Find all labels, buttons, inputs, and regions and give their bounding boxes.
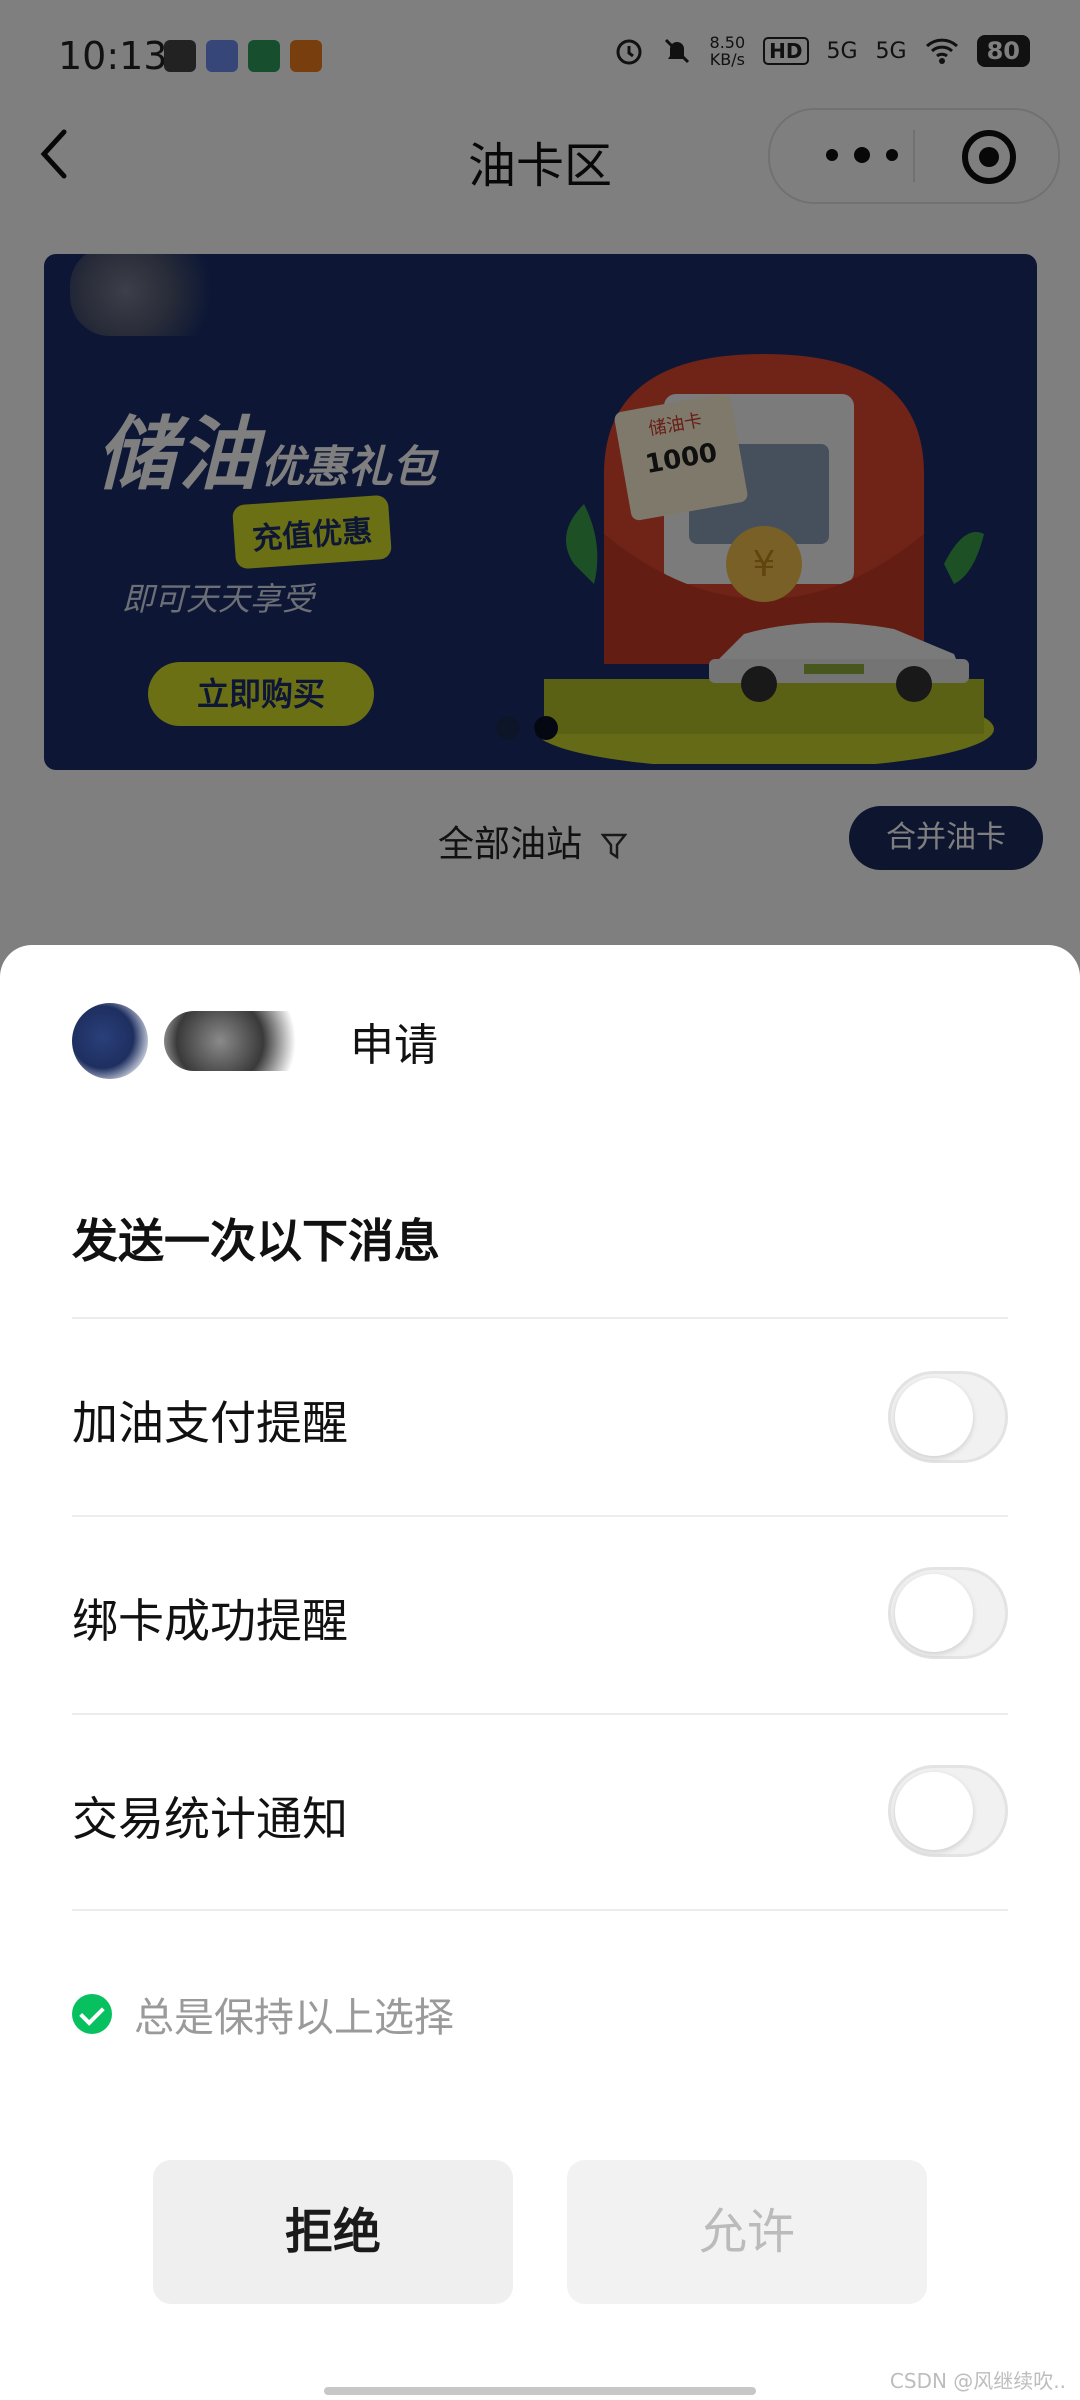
divider [72,1909,1008,1911]
keep-choice-label: 总是保持以上选择 [134,1995,454,2041]
applicant-avatar [72,1003,148,1079]
applicant-row: 申请 [72,1001,438,1081]
option-label-bind-success: 绑卡成功提醒 [72,1594,348,1648]
applicant-name-blurred [164,1011,324,1071]
toggle-knob [895,1574,973,1652]
toggle-pay-reminder[interactable] [888,1371,1008,1463]
sheet-title: 发送一次以下消息 [72,1214,440,1268]
request-label: 申请 [350,1020,438,1071]
subscribe-message-sheet: 申请 发送一次以下消息 加油支付提醒 绑卡成功提醒 交易统计通知 总是保持以上选… [0,945,1080,2400]
toggle-bind-success[interactable] [888,1567,1008,1659]
home-indicator[interactable] [324,2387,756,2395]
divider [72,1515,1008,1517]
toggle-knob [895,1378,973,1456]
divider [72,1713,1008,1715]
option-label-pay-reminder: 加油支付提醒 [72,1396,348,1450]
option-label-transaction-stats: 交易统计通知 [72,1792,348,1846]
allow-button[interactable]: 允许 [567,2160,927,2304]
check-circle-icon [72,1994,112,2034]
keep-choice-checkbox[interactable]: 总是保持以上选择 [72,1985,454,2043]
divider [72,1317,1008,1319]
toggle-knob [895,1772,973,1850]
reject-button[interactable]: 拒绝 [153,2160,513,2304]
toggle-transaction-stats[interactable] [888,1765,1008,1857]
watermark: CSDN @风继续吹.. [889,2369,1066,2393]
